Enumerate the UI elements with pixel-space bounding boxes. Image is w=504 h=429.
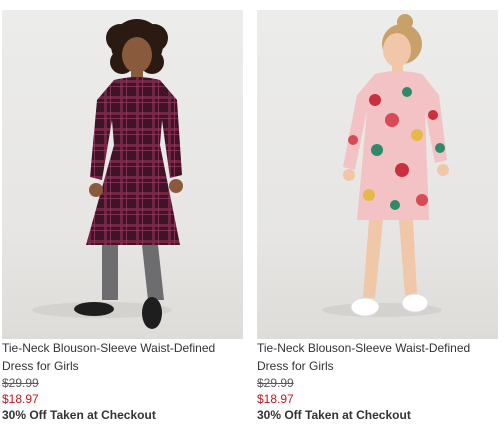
product-image-plaid-dress[interactable] (2, 10, 243, 339)
product-info: Tie-Neck Blouson-Sleeve Waist-Defined Dr… (257, 339, 502, 423)
product-title-link[interactable]: Tie-Neck Blouson-Sleeve Waist-Defined Dr… (2, 339, 247, 375)
product-card[interactable]: Tie-Neck Blouson-Sleeve Waist-Defined Dr… (2, 0, 243, 422)
promo-text: 30% Off Taken at Checkout (257, 408, 411, 422)
product-grid: Tie-Neck Blouson-Sleeve Waist-Defined Dr… (0, 0, 504, 429)
original-price: $29.99 (257, 376, 294, 390)
product-image-floral-dress[interactable] (257, 10, 498, 339)
sale-price: $18.97 (2, 392, 39, 406)
product-card[interactable]: Tie-Neck Blouson-Sleeve Waist-Defined Dr… (257, 0, 498, 422)
original-price: $29.99 (2, 376, 39, 390)
sale-price: $18.97 (257, 392, 294, 406)
promo-text: 30% Off Taken at Checkout (2, 408, 156, 422)
product-title-link[interactable]: Tie-Neck Blouson-Sleeve Waist-Defined Dr… (257, 339, 502, 375)
product-info: Tie-Neck Blouson-Sleeve Waist-Defined Dr… (2, 339, 247, 423)
